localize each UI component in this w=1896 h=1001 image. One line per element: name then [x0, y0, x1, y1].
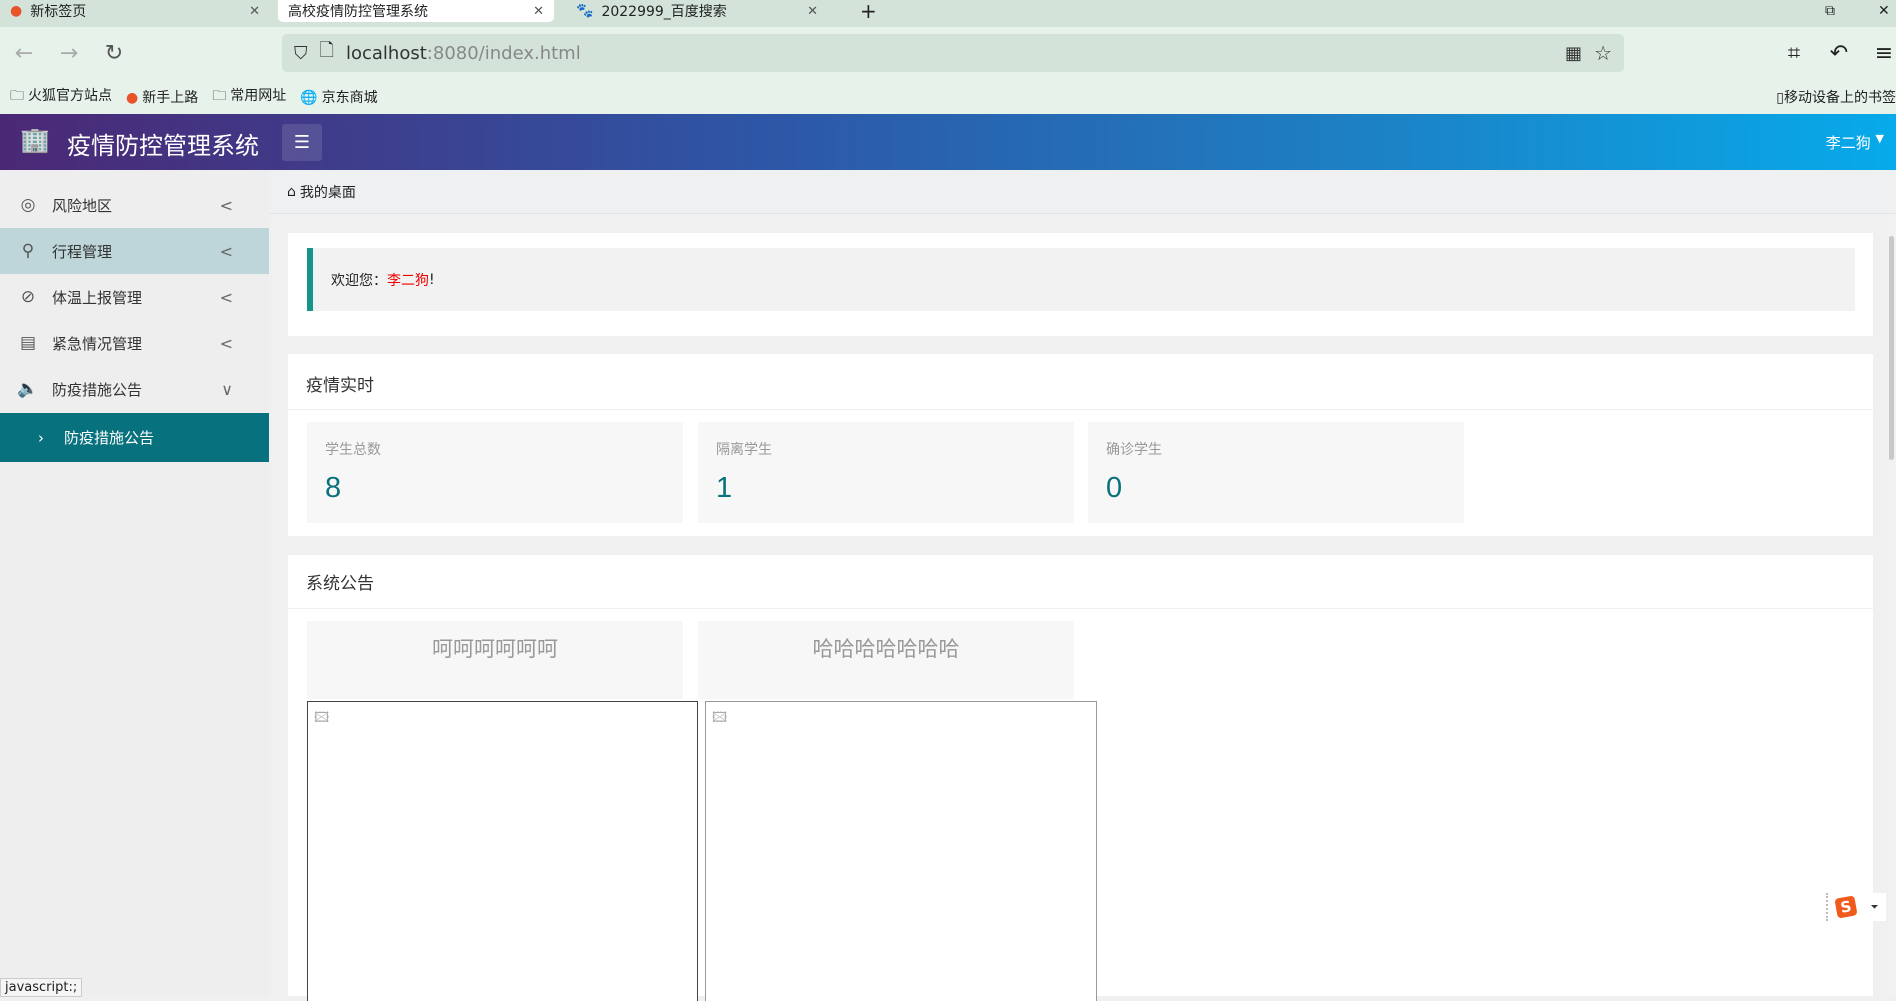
status-bar: javascript:;	[0, 978, 83, 997]
notices-card: 系统公告 呵呵呵呵呵呵 哈哈哈哈哈哈哈 🖾 🖾	[288, 555, 1873, 1001]
notice-item[interactable]: 哈哈哈哈哈哈哈	[698, 621, 1074, 699]
mobile-bookmarks[interactable]: ▯移动设备上的书签	[1776, 87, 1896, 107]
bookmark-star-icon[interactable]: ☆	[1594, 41, 1612, 65]
sidebar-item-announcements[interactable]: 🔈 防疫措施公告 ∨	[0, 366, 269, 412]
chevron-left-icon: <	[219, 287, 233, 307]
sidebar-item-temperature[interactable]: ⊘ 体温上报管理 <	[0, 274, 269, 320]
sogou-icon: S	[1833, 895, 1858, 919]
chart-line-icon: ⊘	[20, 287, 36, 307]
page-icon: 🗋	[319, 40, 334, 61]
breadcrumb-home[interactable]: 我的桌面	[300, 182, 356, 202]
baidu-icon: 🐾	[576, 3, 594, 19]
menu-icon[interactable]: ≡	[1870, 41, 1896, 66]
notice-image: 🖾	[307, 701, 698, 1001]
location-pin-icon: ⚲	[21, 241, 35, 261]
bookmark-item[interactable]: 🌐 京东商城	[300, 87, 377, 107]
breadcrumb: ⌂ 我的桌面	[269, 170, 1896, 214]
browser-tab-active[interactable]: 高校疫情防控管理系统 ✕	[278, 0, 554, 22]
stats-title: 疫情实时	[306, 376, 374, 396]
firefox-icon: ●	[10, 3, 23, 19]
qr-code-icon[interactable]: ▦	[1565, 43, 1582, 64]
speaker-icon: 🔈	[17, 379, 39, 399]
bookmark-item[interactable]: 🗀 火狐官方站点	[10, 85, 112, 109]
welcome-message: 欢迎您： 李二狗!	[307, 248, 1855, 311]
close-tab-icon[interactable]: ✕	[533, 4, 544, 19]
close-tab-icon[interactable]: ✕	[807, 4, 818, 19]
sidebar-subitem-announcements[interactable]: › 防疫措施公告	[0, 413, 269, 462]
browser-tab[interactable]: ● 新标签页 ✕	[0, 0, 270, 22]
chevron-left-icon: <	[219, 195, 233, 215]
divider	[288, 608, 1873, 609]
globe-icon: ◎	[20, 195, 36, 215]
chevron-right-icon: ›	[38, 428, 44, 447]
sidebar-item-emergency[interactable]: ▤ 紧急情况管理 <	[0, 320, 269, 366]
url-bar[interactable]: ⛉ 🗋 localhost:8080/index.html ▦ ☆	[282, 34, 1624, 72]
new-tab-button[interactable]: +	[850, 0, 887, 22]
firefox-icon: ●	[126, 90, 139, 106]
folder-icon: 🗀	[10, 88, 24, 104]
reload-icon[interactable]: ↻	[100, 41, 128, 66]
stat-confirmed: 确诊学生 0	[1088, 422, 1464, 523]
bookmark-item[interactable]: 🗀 常用网址	[212, 85, 286, 109]
chevron-left-icon: <	[219, 333, 233, 353]
home-icon[interactable]: ⌂	[287, 184, 296, 200]
document-icon: ▤	[19, 333, 37, 353]
stat-quarantined: 隔离学生 1	[698, 422, 1074, 523]
notices-title: 系统公告	[306, 574, 374, 594]
browser-tab[interactable]: 🐾 2022999_百度搜索 ✕	[566, 0, 828, 22]
scrollbar-thumb[interactable]	[1889, 236, 1894, 460]
sidebar: ◎ 风险地区 < ⚲ 行程管理 < ⊘ 体温上报管理 < ▤ 紧急情况管理 < 🔈 防疫措施公告 ∨…	[0, 170, 269, 996]
user-menu[interactable]: 李二狗 ▼	[1826, 132, 1884, 153]
divider	[288, 409, 1873, 410]
browser-toolbar: ← → ↻ ⛉ 🗋 localhost:8080/index.html ▦ ☆ ⌗ …	[0, 27, 1896, 80]
screenshot-icon[interactable]: ⌗	[1780, 41, 1808, 66]
app-header: 🏢 疫情防控管理系统 ☰ 李二狗 ▼	[0, 114, 1896, 170]
bookmarks-bar: 🗀 火狐官方站点 ● 新手上路 🗀 常用网址 🌐 京东商城 ▯移动设备上的书签	[0, 80, 1896, 114]
globe-icon: 🌐	[300, 90, 318, 106]
sogou-ime-widget[interactable]: S ⏷	[1826, 893, 1886, 921]
expand-icon[interactable]: ⏷	[1871, 902, 1879, 913]
tab-list-icon[interactable]: ⧉	[1815, 0, 1845, 22]
broken-image-icon: 🖾	[712, 710, 728, 726]
folder-icon: 🗀	[212, 88, 227, 104]
stats-card: 疫情实时 学生总数 8 隔离学生 1 确诊学生 0	[288, 354, 1873, 536]
shield-icon[interactable]: ⛉	[294, 43, 308, 64]
sidebar-item-itinerary[interactable]: ⚲ 行程管理 <	[0, 228, 269, 274]
chevron-down-icon: ∨	[221, 379, 233, 399]
logo-icon: 🏢	[20, 126, 50, 154]
broken-image-icon: 🖾	[314, 710, 330, 726]
close-tab-icon[interactable]: ✕	[249, 4, 260, 19]
menu-toggle-button[interactable]: ☰	[282, 124, 322, 161]
browser-tab-bar: ● 新标签页 ✕ 高校疫情防控管理系统 ✕ 🐾 2022999_百度搜索 ✕ + ⧉ ✕	[0, 0, 1896, 27]
app-title: 疫情防控管理系统	[67, 132, 259, 160]
caret-down-icon: ▼	[1875, 132, 1884, 145]
window-close-icon[interactable]: ✕	[1868, 0, 1896, 22]
forward-icon[interactable]: →	[55, 41, 83, 66]
notice-image: 🖾	[705, 701, 1097, 1001]
chevron-left-icon: <	[219, 241, 233, 261]
bookmark-item[interactable]: ● 新手上路	[126, 87, 198, 107]
stat-total-students: 学生总数 8	[307, 422, 683, 523]
phone-icon: ▯	[1776, 90, 1784, 106]
undo-icon[interactable]: ↶	[1825, 41, 1853, 66]
welcome-card: 欢迎您： 李二狗!	[288, 233, 1873, 336]
sidebar-item-risk-areas[interactable]: ◎ 风险地区 <	[0, 182, 269, 228]
notice-item[interactable]: 呵呵呵呵呵呵	[307, 621, 683, 699]
back-icon[interactable]: ←	[10, 41, 38, 66]
